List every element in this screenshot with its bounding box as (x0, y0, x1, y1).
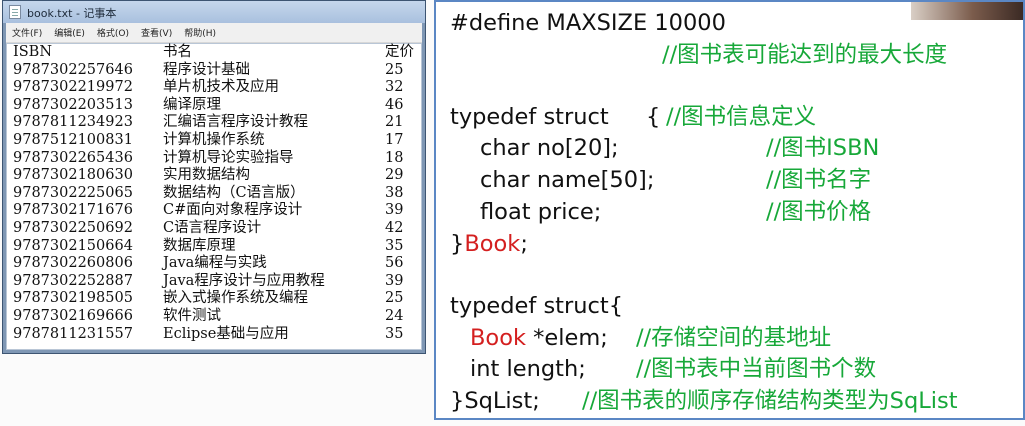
field-length: int length; (470, 356, 586, 382)
header-title: 书名 (163, 44, 192, 60)
typedef-struct-book: typedef struct (450, 104, 609, 130)
sqlist-close-line: }SqList; (450, 388, 540, 414)
typedef-struct-sqlist: typedef struct{ (450, 293, 624, 319)
title-cell: 软件测试 (163, 308, 221, 324)
isbn-cell: 9787811234923 (13, 114, 133, 131)
price-cell: 24 (385, 308, 404, 324)
title-cell: C#面向对象程序设计 (163, 202, 303, 219)
notepad-window: book.txt - 记事本 文件(F) 编辑(E) 格式(O) 查看(V) 帮… (2, 0, 426, 354)
field-name: char name[50]; (480, 167, 655, 193)
webcam-overlay (911, 2, 1023, 20)
title-cell: C语言程序设计 (163, 220, 262, 236)
price-cell: 46 (385, 96, 404, 113)
field-elem: Book *elem; (470, 323, 608, 353)
price-cell: 32 (385, 79, 404, 96)
field-no: char no[20]; (480, 135, 619, 161)
define-line: #define MAXSIZE 10000 (450, 10, 726, 36)
title-cell: Java程序设计与应用教程 (163, 272, 325, 289)
price-cell: 29 (385, 167, 404, 184)
elem-type: Book (470, 325, 526, 351)
isbn-cell: 9787302219972 (13, 79, 133, 96)
title-cell: 计算机导论实验指导 (163, 149, 294, 166)
isbn-cell: 9787302171676 (13, 202, 133, 219)
title-cell: Eclipse基础与应用 (163, 325, 289, 342)
book-comment: //图书信息定义 (666, 104, 817, 130)
title-cell: 汇编语言程序设计教程 (163, 114, 308, 131)
isbn-cell: 9787302250692 (13, 220, 133, 236)
menu-edit[interactable]: 编辑(E) (48, 26, 91, 39)
isbn-cell: 9787302203513 (13, 96, 133, 113)
price-cell: 25 (385, 290, 404, 307)
book-close-line: }Book; (450, 229, 528, 259)
isbn-cell: 9787302180630 (13, 167, 133, 184)
elem-decl: *elem; (526, 325, 608, 351)
open-brace: { (646, 104, 661, 130)
title-cell: 嵌入式操作系统及编程 (163, 290, 308, 307)
close-brace: } (450, 231, 465, 257)
title-cell: 数据结构（C语言版） (163, 184, 305, 201)
code-slide: #define MAXSIZE 10000 //图书表可能达到的最大长度 typ… (434, 0, 1025, 420)
field-elem-comment: //存储空间的基地址 (636, 325, 832, 351)
price-cell: 17 (385, 132, 404, 148)
price-cell: 21 (385, 114, 404, 131)
title-cell: 编译原理 (163, 96, 221, 113)
isbn-cell: 9787302150664 (13, 237, 133, 254)
title-cell: 实用数据结构 (163, 167, 250, 184)
price-cell: 35 (385, 237, 404, 254)
price-cell: 39 (385, 272, 404, 289)
field-no-comment: //图书ISBN (766, 135, 880, 161)
price-cell: 39 (385, 202, 404, 219)
isbn-cell: 9787302198505 (13, 290, 133, 307)
title-cell: 程序设计基础 (163, 61, 250, 78)
header-isbn: ISBN (13, 44, 53, 60)
text-editor[interactable]: ISBN 书名 定价 9787302257646 程序设计基础 25 9787302… (6, 43, 422, 350)
title-cell: Java编程与实践 (163, 255, 267, 272)
title-cell: 单片机技术及应用 (163, 79, 279, 96)
price-cell: 18 (385, 149, 404, 166)
title-cell: 计算机操作系统 (163, 132, 265, 148)
isbn-cell: 9787302260806 (13, 255, 133, 272)
window-title: book.txt - 记事本 (27, 7, 117, 20)
title-cell: 数据库原理 (163, 237, 236, 254)
title-bar[interactable]: book.txt - 记事本 (3, 1, 425, 23)
define-comment: //图书表可能达到的最大长度 (662, 42, 948, 68)
menu-view[interactable]: 查看(V) (135, 26, 178, 39)
book-type-name: Book (464, 231, 521, 257)
field-name-comment: //图书名字 (766, 167, 872, 193)
isbn-cell: 9787302252887 (13, 272, 133, 289)
isbn-cell: 9787302257646 (13, 61, 133, 78)
isbn-cell: 9787302225065 (13, 184, 133, 201)
menu-help[interactable]: 帮助(H) (178, 26, 222, 39)
field-price: float price; (480, 199, 602, 225)
price-cell: 42 (385, 220, 404, 236)
menu-format[interactable]: 格式(O) (91, 26, 135, 39)
menu-file[interactable]: 文件(F) (6, 26, 48, 39)
menu-bar: 文件(F) 编辑(E) 格式(O) 查看(V) 帮助(H) (6, 23, 422, 43)
isbn-cell: 9787512100831 (13, 132, 133, 148)
price-cell: 25 (385, 61, 404, 78)
isbn-cell: 9787302265436 (13, 149, 133, 166)
header-price: 定价 (385, 44, 414, 60)
notepad-icon (9, 5, 21, 19)
sqlist-comment: //图书表的顺序存储结构类型为SqList (582, 388, 958, 414)
field-length-comment: //图书表中当前图书个数 (636, 356, 877, 382)
price-cell: 35 (385, 325, 404, 342)
price-cell: 38 (385, 184, 404, 201)
field-price-comment: //图书价格 (766, 199, 872, 225)
isbn-cell: 9787302169666 (13, 308, 133, 324)
semicolon: ; (520, 231, 528, 257)
isbn-cell: 9787811231557 (13, 325, 133, 342)
price-cell: 56 (385, 255, 404, 272)
